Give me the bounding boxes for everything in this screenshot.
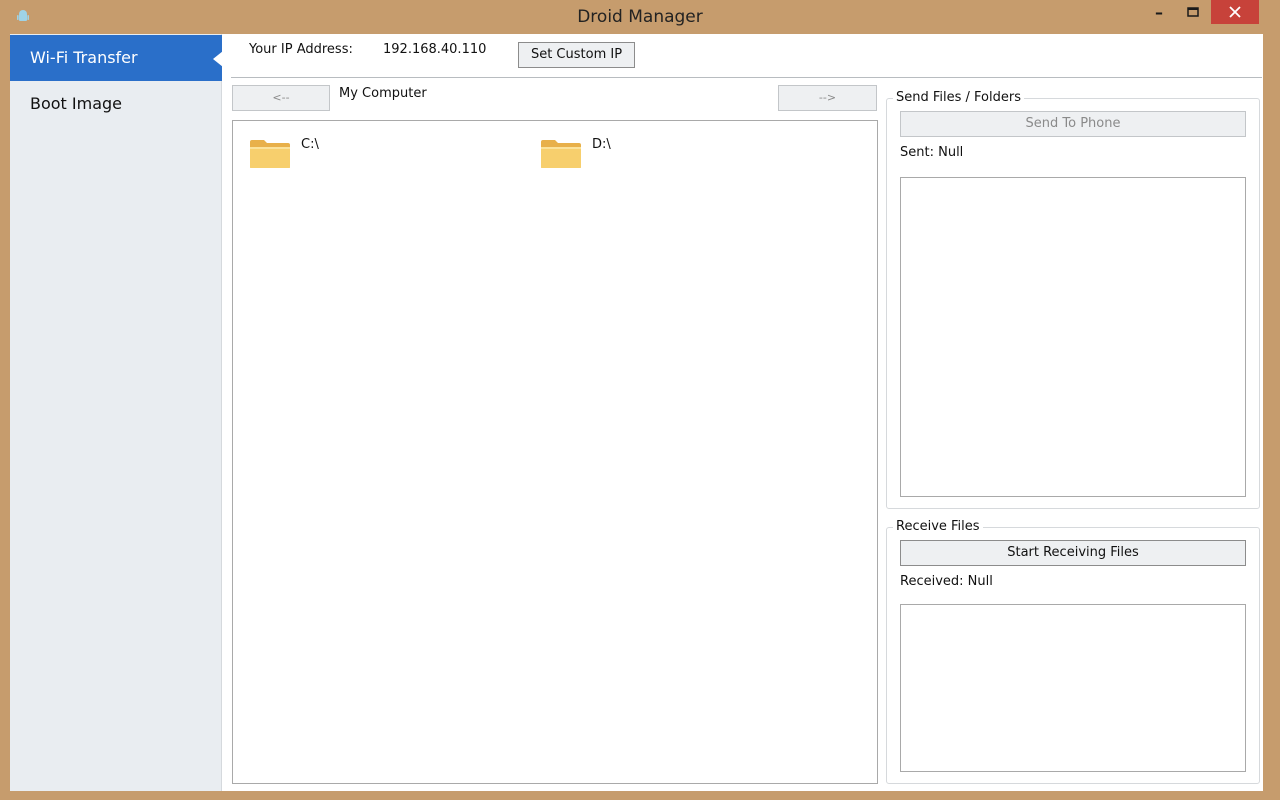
- group-title: Receive Files: [893, 519, 983, 534]
- sidebar-item-boot-image[interactable]: Boot Image: [10, 81, 222, 127]
- minimize-icon: –: [1155, 2, 1163, 22]
- maximize-button[interactable]: [1180, 0, 1206, 24]
- folder-icon: [250, 140, 290, 168]
- current-path: My Computer: [339, 86, 427, 101]
- received-status: Received: Null: [900, 574, 993, 589]
- active-pointer: [213, 51, 223, 67]
- set-custom-ip-button[interactable]: Set Custom IP: [518, 42, 635, 68]
- group-title: Send Files / Folders: [893, 90, 1024, 105]
- receive-files-group: Receive Files Start Receiving Files Rece…: [886, 519, 1260, 784]
- back-button[interactable]: <--: [232, 85, 330, 111]
- send-files-group: Send Files / Folders Send To Phone Sent:…: [886, 90, 1260, 509]
- title-bar: Droid Manager –: [0, 0, 1280, 34]
- minimize-button[interactable]: –: [1146, 0, 1172, 24]
- drive-label: D:\: [592, 137, 611, 152]
- window-client: Wi-Fi Transfer Boot Image Your IP Addres…: [10, 34, 1263, 791]
- drive-label: C:\: [301, 137, 319, 152]
- sent-files-list[interactable]: [900, 177, 1246, 497]
- ip-address-value: 192.168.40.110: [383, 42, 487, 57]
- window-title: Droid Manager: [577, 7, 703, 27]
- sidebar-item-wifi-transfer[interactable]: Wi-Fi Transfer: [10, 35, 223, 81]
- close-button[interactable]: [1211, 0, 1259, 24]
- ip-address-label: Your IP Address:: [249, 42, 353, 57]
- received-files-list[interactable]: [900, 604, 1246, 772]
- sidebar: Wi-Fi Transfer Boot Image: [10, 34, 223, 791]
- sidebar-item-label: Boot Image: [30, 94, 123, 113]
- sent-status: Sent: Null: [900, 145, 964, 160]
- start-receiving-button[interactable]: Start Receiving Files: [900, 540, 1246, 566]
- file-browser-panel[interactable]: C:\ D:\: [232, 120, 878, 784]
- close-icon: [1229, 6, 1241, 18]
- maximize-icon: [1187, 7, 1199, 17]
- sidebar-item-label: Wi-Fi Transfer: [30, 48, 138, 67]
- forward-button[interactable]: -->: [778, 85, 877, 111]
- send-to-phone-button[interactable]: Send To Phone: [900, 111, 1246, 137]
- divider: [231, 77, 1262, 78]
- folder-icon: [541, 140, 581, 168]
